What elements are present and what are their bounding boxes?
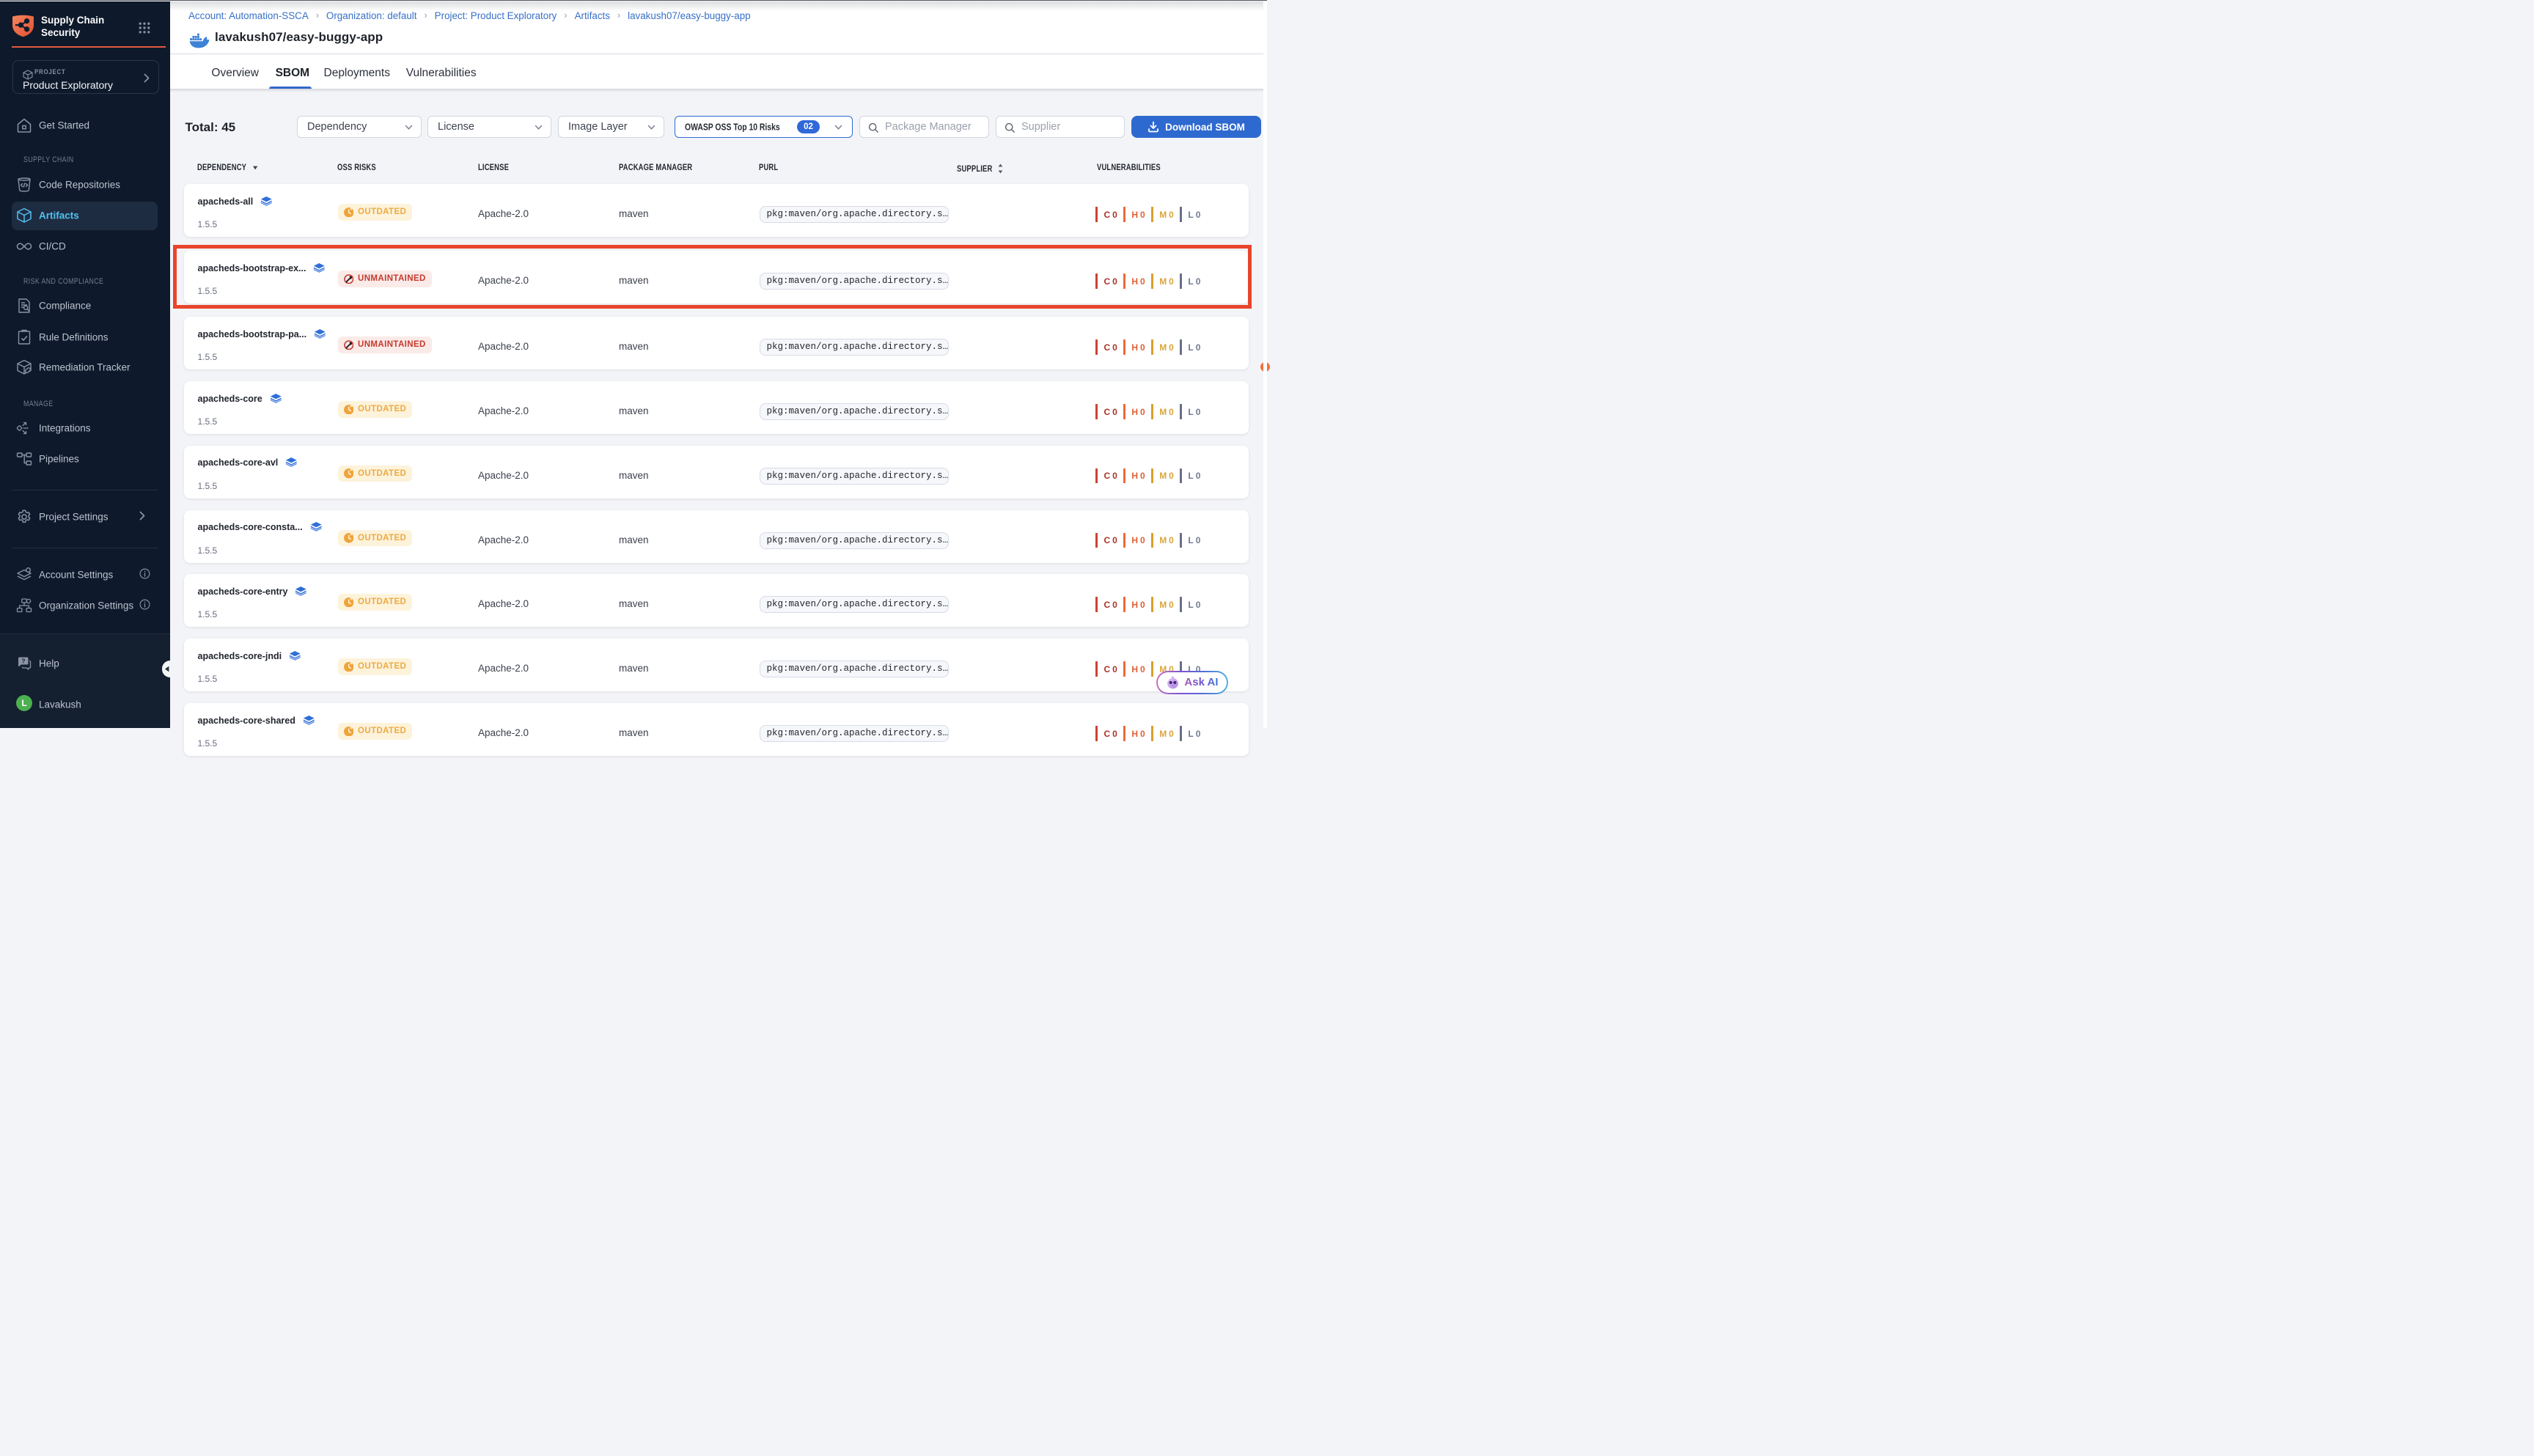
svg-text:?: ? (21, 658, 25, 665)
